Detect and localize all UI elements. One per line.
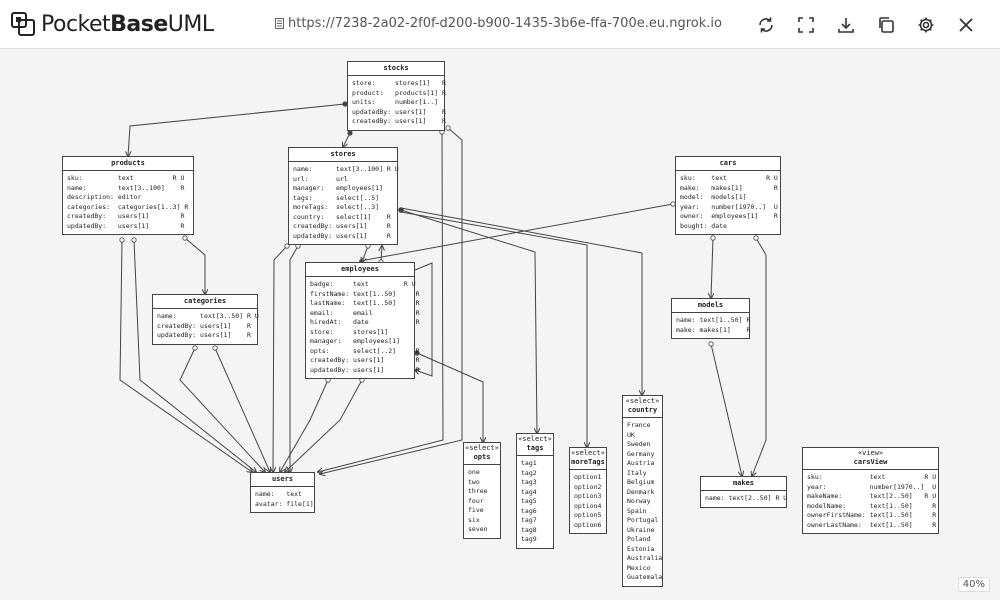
table-opts[interactable]: «select» opts one two three four five six… [463, 442, 501, 539]
table-fields: France UK Sweden Germany Austria Italy B… [627, 421, 663, 581]
table-title: employees [306, 263, 414, 277]
refresh-icon [759, 17, 773, 33]
table-fields: name: text[3..100] R U url: url manager:… [293, 165, 399, 240]
table-fields: sku: text R U make: makes[1] R model: mo… [680, 174, 778, 230]
stereotype-label: «select» [465, 444, 499, 452]
table-title: users [251, 473, 314, 487]
stereotype-label: «select» [571, 449, 605, 457]
app-header: PocketBaseUML https://7238-2a02-2f0f-d20… [0, 0, 1000, 49]
table-fields: tag1 tag2 tag3 tag4 tag5 tag6 tag7 tag8 … [521, 459, 537, 543]
table-stocks[interactable]: stocks store: stores[1] R product: produ… [347, 61, 446, 131]
stereotype-label: «view» [857, 449, 884, 457]
table-fields: option1 option2 option3 option4 option5 … [574, 473, 602, 529]
table-carsView[interactable]: «view» carsView sku: text R U year: numbe… [802, 447, 939, 534]
zoom-level[interactable]: 40% [957, 577, 990, 592]
table-fields: store: stores[1] R product: products[1] … [352, 79, 446, 125]
gear-icon [918, 17, 934, 33]
pocketbase-logo-icon [11, 12, 35, 36]
table-tags[interactable]: «select» tags tag1 tag2 tag3 tag4 tag5 ta… [516, 433, 554, 549]
table-title: products [63, 157, 193, 171]
table-title: «select» opts [464, 443, 500, 465]
table-title: stores [289, 148, 397, 162]
table-fields: name: text[3..50] R U createdBy: users[1… [157, 312, 259, 339]
table-fields: sku: text R U year: number[1970..] U mak… [807, 473, 937, 529]
table-title: categories [153, 295, 257, 309]
url-display: https://7238-2a02-2f0f-d200-b900-1435-3b… [275, 16, 722, 31]
table-cars[interactable]: cars sku: text R U make: makes[1] R mode… [675, 156, 781, 235]
table-users[interactable]: users name: text avatar: file[1] [250, 472, 315, 513]
table-fields: name: text[2..50] R U [705, 494, 788, 502]
table-moreTags[interactable]: «select» moreTags option1 option2 option3… [569, 447, 607, 534]
table-stores[interactable]: stores name: text[3..100] R U url: url m… [288, 147, 399, 245]
table-makes[interactable]: makes name: text[2..50] R U [700, 476, 787, 508]
copy-button[interactable] [866, 12, 906, 38]
table-fields: badge: text R U firstName: text[1..50] R… [310, 280, 420, 374]
table-categories[interactable]: categories name: text[3..50] R U created… [152, 294, 259, 345]
refresh-button[interactable] [746, 12, 786, 38]
table-fields: name: text[1..50] R make: makes[1] R [676, 316, 751, 334]
close-button[interactable] [946, 12, 986, 38]
stereotype-label: «select» [518, 435, 552, 443]
table-title: models [672, 299, 749, 313]
url-text: https://7238-2a02-2f0f-d200-b900-1435-3b… [288, 16, 722, 31]
download-icon [838, 18, 854, 33]
file-icon [275, 18, 284, 29]
close-icon [959, 18, 973, 32]
table-fields: one two three four five six seven [468, 468, 488, 533]
table-fields: sku: text R U name: text[3..100] R descr… [67, 174, 189, 230]
table-employees[interactable]: employees badge: text R U firstName: tex… [305, 262, 420, 379]
app-logo: PocketBaseUML [10, 10, 214, 38]
table-title: makes [701, 477, 786, 491]
fullscreen-icon [798, 17, 814, 33]
toolbar [746, 12, 986, 38]
table-models[interactable]: models name: text[1..50] R make: makes[1… [671, 298, 750, 339]
download-button[interactable] [826, 12, 866, 38]
app-title: PocketBaseUML [41, 11, 214, 37]
table-fields: name: text avatar: file[1] [255, 490, 314, 508]
stereotype-label: «select» [625, 397, 660, 405]
settings-button[interactable] [906, 12, 946, 38]
table-country[interactable]: «select» country France UK Sweden Germany… [622, 395, 663, 587]
table-title: «select» moreTags [570, 448, 606, 470]
fullscreen-button[interactable] [786, 12, 826, 38]
table-title: «select» country [623, 396, 662, 418]
table-title: «view» carsView [803, 448, 938, 470]
table-title: cars [676, 157, 780, 171]
table-title: stocks [348, 62, 444, 76]
table-products[interactable]: products sku: text R U name: text[3..100… [62, 156, 194, 235]
copy-icon [879, 17, 894, 33]
table-title: «select» tags [517, 434, 553, 456]
